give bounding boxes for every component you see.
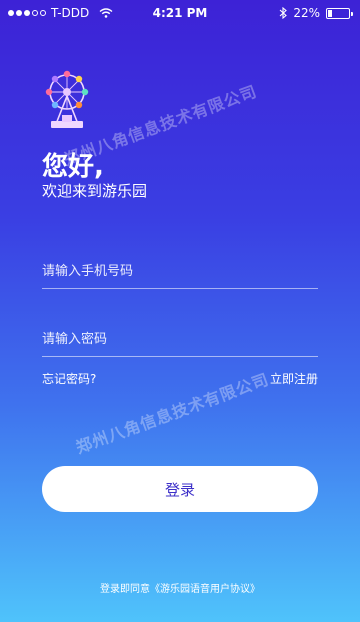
greeting-title: 您好, bbox=[42, 152, 104, 182]
greeting-subtitle: 欢迎来到游乐园 bbox=[42, 182, 148, 200]
battery-percent: 22% bbox=[293, 6, 320, 20]
bluetooth-icon bbox=[279, 7, 288, 19]
user-agreement-link[interactable]: 登录即同意《游乐园语音用户协议》 bbox=[0, 580, 360, 595]
register-link[interactable]: 立即注册 bbox=[270, 370, 318, 387]
phone-field bbox=[42, 258, 318, 289]
password-input[interactable] bbox=[42, 326, 318, 352]
login-screen: T-DDD 4:21 PM 22% 郑州八角信息技术有限公司 郑州八角信息技术有… bbox=[0, 0, 360, 622]
battery-fill bbox=[328, 9, 332, 17]
ferris-wheel-logo-icon bbox=[45, 70, 89, 128]
status-right: 22% bbox=[279, 6, 353, 20]
password-field bbox=[42, 326, 318, 357]
login-button[interactable]: 登录 bbox=[42, 466, 318, 512]
phone-input[interactable] bbox=[42, 258, 318, 284]
battery-icon bbox=[326, 7, 353, 19]
forgot-password-link[interactable]: 忘记密码? bbox=[42, 370, 96, 387]
watermark: 郑州八角信息技术有限公司 bbox=[73, 369, 272, 458]
status-bar: T-DDD 4:21 PM 22% bbox=[0, 0, 360, 26]
